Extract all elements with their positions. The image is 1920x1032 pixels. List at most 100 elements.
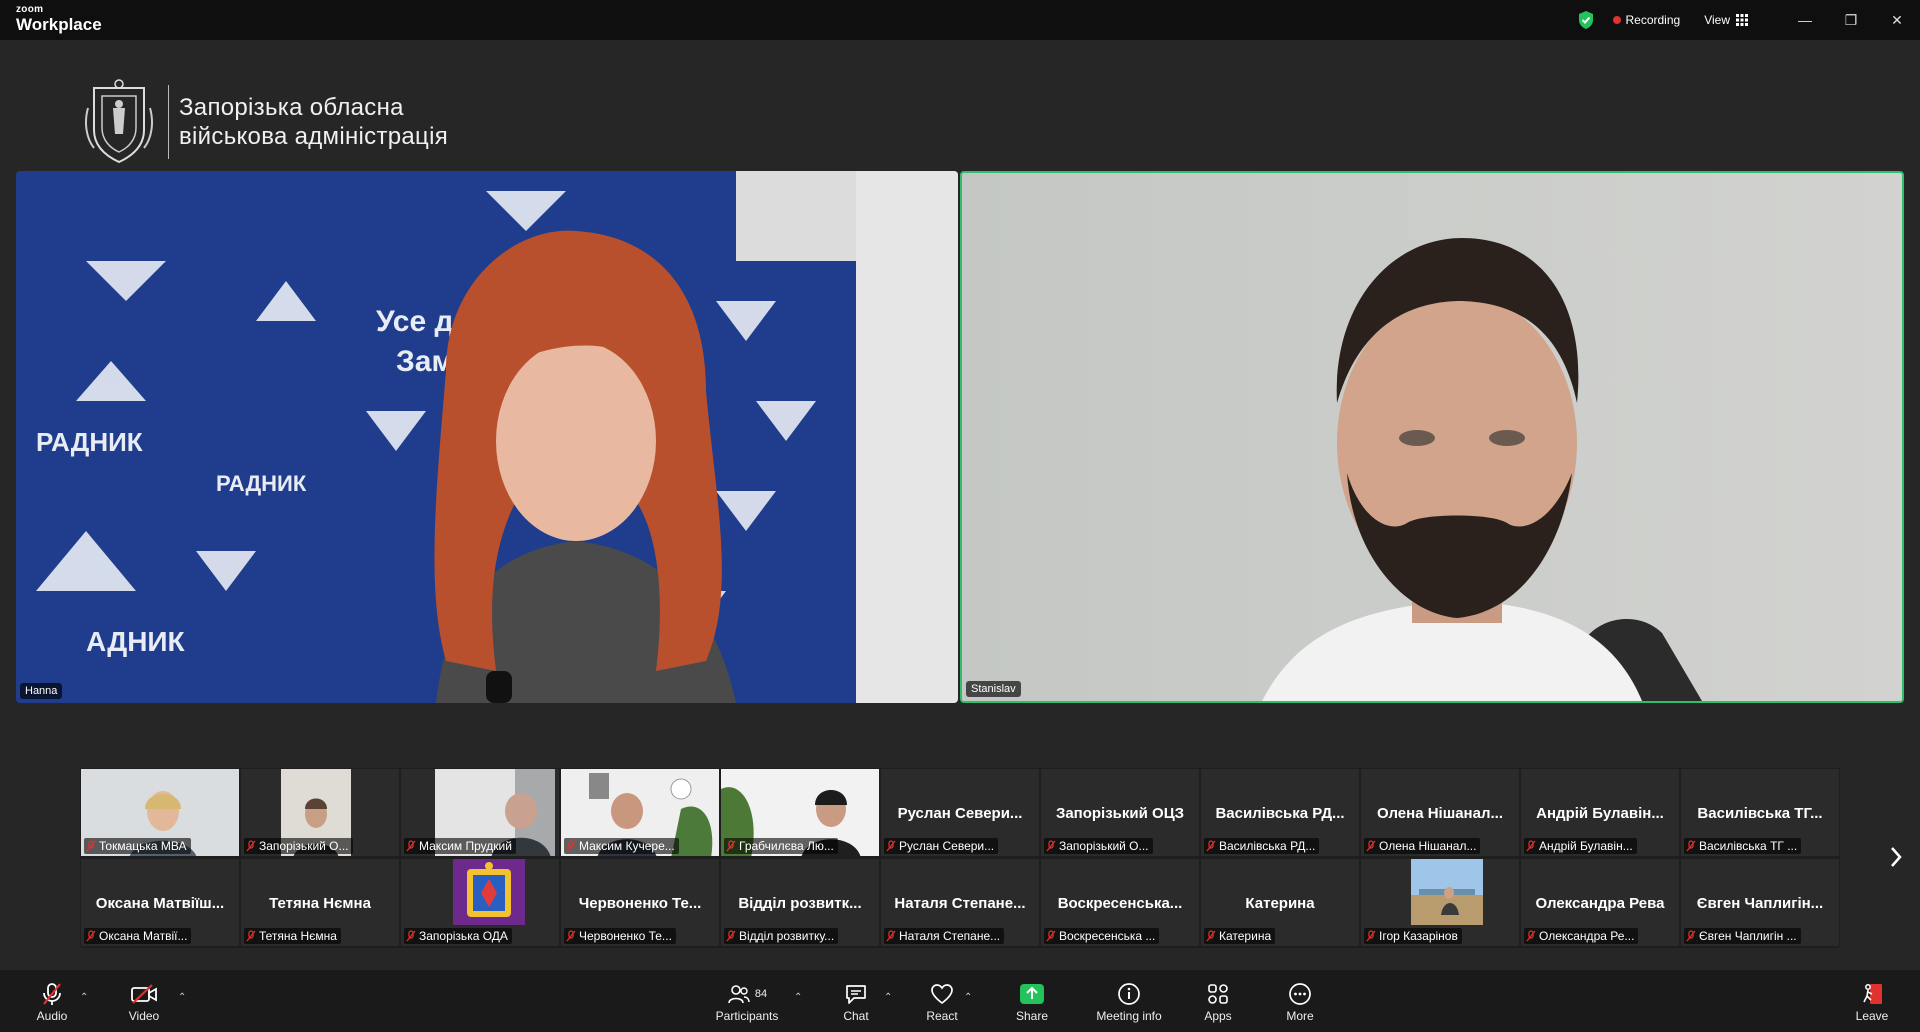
muted-mic-icon	[246, 840, 256, 852]
participant-label: Ігор Казарінов	[1364, 928, 1462, 944]
security-shield-icon[interactable]	[1577, 10, 1595, 30]
muted-mic-icon	[1686, 840, 1696, 852]
video-button[interactable]: Video	[124, 970, 164, 1032]
participant-gallery: Токмацька МВА Запорізький О... Максим Пр…	[80, 768, 1840, 948]
muted-mic-icon	[1046, 930, 1056, 942]
participant-tile[interactable]: Василівська ТГ... Василівська ТГ ...	[1680, 768, 1840, 857]
participant-tile[interactable]: Токмацька МВА	[80, 768, 240, 857]
chat-icon	[846, 985, 866, 1004]
participant-label: Відділ розвитку...	[724, 928, 839, 944]
more-label: More	[1286, 1009, 1314, 1023]
participant-tile[interactable]: Олександра Рева Олександра Ре...	[1520, 858, 1680, 947]
regional-emblem-icon	[453, 859, 525, 925]
participant-label: Грабчилєва Лю...	[724, 838, 838, 854]
participant-tile[interactable]: Червоненко Те... Червоненко Те...	[560, 858, 720, 947]
participant-label-text: Ігор Казарінов	[1379, 929, 1458, 943]
participant-tile[interactable]: Олена Нішанал... Олена Нішанал...	[1360, 768, 1520, 857]
participant-tile[interactable]: Андрій Булавін... Андрій Булавін...	[1520, 768, 1680, 857]
participant-label-text: Максим Кучере...	[579, 839, 675, 853]
participant-label: Запорізька ОДА	[404, 928, 512, 944]
brand-large: Workplace	[16, 15, 102, 34]
muted-mic-icon	[1686, 930, 1696, 942]
participant-tile[interactable]: Запорізька ОДА	[400, 858, 560, 947]
participants-label: Participants	[715, 1009, 779, 1023]
apps-button[interactable]: Apps	[1198, 970, 1238, 1032]
more-ellipsis-icon	[1289, 983, 1311, 1005]
organization-name-line1: Запорізька обласна	[179, 94, 404, 121]
participant-tile[interactable]: Наталя Степане... Наталя Степане...	[880, 858, 1040, 947]
video-options-caret-icon[interactable]: ⌃	[178, 992, 186, 1003]
participant-tile[interactable]: Воскресенська... Воскресенська ...	[1040, 858, 1200, 947]
recording-dot-icon	[1612, 16, 1621, 24]
participant-label-text: Катерина	[1219, 929, 1272, 943]
participant-display-name: Руслан Севери...	[897, 805, 1023, 822]
participant-label-text: Олена Нішанал...	[1379, 839, 1477, 853]
participant-tile[interactable]: Катерина Катерина	[1200, 858, 1360, 947]
participant-label-text: Тетяна Нємна	[259, 929, 337, 943]
react-label: React	[926, 1009, 958, 1023]
chat-button[interactable]: Chat	[836, 970, 876, 1032]
restore-button[interactable]: ❐	[1828, 0, 1874, 40]
participant-label-text: Відділ розвитку...	[739, 929, 835, 943]
leave-label: Leave	[1855, 1009, 1889, 1023]
participant-label-text: Запорізька ОДА	[419, 929, 508, 943]
svg-text:РАДНИК: РАДНИК	[216, 471, 307, 496]
close-button[interactable]: ✕	[1874, 0, 1920, 40]
participant-tile[interactable]: Відділ розвитк... Відділ розвитку...	[720, 858, 880, 947]
participant-display-name: Олена Нішанал...	[1377, 805, 1503, 822]
participant-label-text: Грабчилєва Лю...	[739, 839, 834, 853]
video-label: Video	[128, 1009, 160, 1023]
minimize-button[interactable]: —	[1782, 0, 1828, 40]
participants-options-caret-icon[interactable]: ⌃	[794, 992, 802, 1003]
more-button[interactable]: More	[1280, 970, 1320, 1032]
video-tile-hanna[interactable]: РАДНИК РАДНИК АДНИК Усе д Зам Hanna	[16, 171, 958, 703]
chat-options-caret-icon[interactable]: ⌃	[884, 992, 892, 1003]
react-options-caret-icon[interactable]: ⌃	[964, 992, 972, 1003]
muted-mic-icon	[566, 840, 576, 852]
participant-label: Василівська РД...	[1204, 838, 1320, 854]
participant-tile[interactable]: Запорізький О...	[240, 768, 400, 857]
participant-label: Токмацька МВА	[84, 838, 191, 854]
participant-label: Оксана Матвії...	[84, 928, 192, 944]
audio-options-caret-icon[interactable]: ⌃	[80, 992, 88, 1003]
participant-tile[interactable]: Василівська РД... Василівська РД...	[1200, 768, 1360, 857]
participant-tile[interactable]: Грабчилєва Лю...	[720, 768, 880, 857]
recording-indicator[interactable]: Recording	[1612, 13, 1680, 27]
participant-label: Запорізький О...	[1044, 838, 1153, 854]
svg-text:Усе д: Усе д	[376, 305, 454, 338]
view-button[interactable]: View	[1704, 13, 1748, 27]
participant-label: Василівська ТГ ...	[1684, 838, 1802, 854]
react-button[interactable]: React	[922, 970, 962, 1032]
chat-label: Chat	[843, 1009, 869, 1023]
participant-label: Олена Нішанал...	[1364, 838, 1481, 854]
participant-tile[interactable]: Ігор Казарінов	[1360, 858, 1520, 947]
participant-label-text: Василівська РД...	[1219, 839, 1316, 853]
muted-mic-icon	[1206, 840, 1216, 852]
gallery-next-page-chevron-right-icon[interactable]	[1886, 842, 1906, 872]
participant-tile[interactable]: Максим Кучере...	[560, 768, 720, 857]
video-feed-hanna: РАДНИК РАДНИК АДНИК Усе д Зам	[16, 171, 958, 703]
meeting-info-button[interactable]: Meeting info	[1092, 970, 1166, 1032]
share-button[interactable]: Share	[1010, 970, 1054, 1032]
participants-button[interactable]: 84 Participants	[710, 970, 784, 1032]
participant-tile[interactable]: Євген Чаплигін... Євген Чаплигін ...	[1680, 858, 1840, 947]
svg-text:РАДНИК: РАДНИК	[36, 427, 143, 457]
video-name-tag-stanislav: Stanislav	[966, 681, 1021, 697]
participant-tile[interactable]: Оксана Матвіїш... Оксана Матвії...	[80, 858, 240, 947]
leave-exit-icon	[1863, 984, 1882, 1004]
participant-tile[interactable]: Запорізький ОЦЗ Запорізький О...	[1040, 768, 1200, 857]
video-camera-off-icon	[131, 984, 157, 1004]
muted-mic-icon	[886, 840, 896, 852]
participant-tile[interactable]: Тетяна Нємна Тетяна Нємна	[240, 858, 400, 947]
audio-button[interactable]: Audio	[32, 970, 72, 1032]
participant-label-text: Андрій Булавін...	[1539, 839, 1633, 853]
video-tile-stanislav[interactable]: Stanislav	[960, 171, 1904, 703]
participant-label: Катерина	[1204, 928, 1276, 944]
muted-mic-icon	[1366, 840, 1376, 852]
participant-tile[interactable]: Руслан Севери... Руслан Севери...	[880, 768, 1040, 857]
muted-mic-icon	[886, 930, 896, 942]
participant-tile[interactable]: Максим Прудкий	[400, 768, 560, 857]
leave-button[interactable]: Leave	[1850, 970, 1894, 1032]
title-bar: zoom Workplace Recording View — ❐ ✕	[0, 0, 1920, 40]
muted-mic-icon	[86, 840, 96, 852]
